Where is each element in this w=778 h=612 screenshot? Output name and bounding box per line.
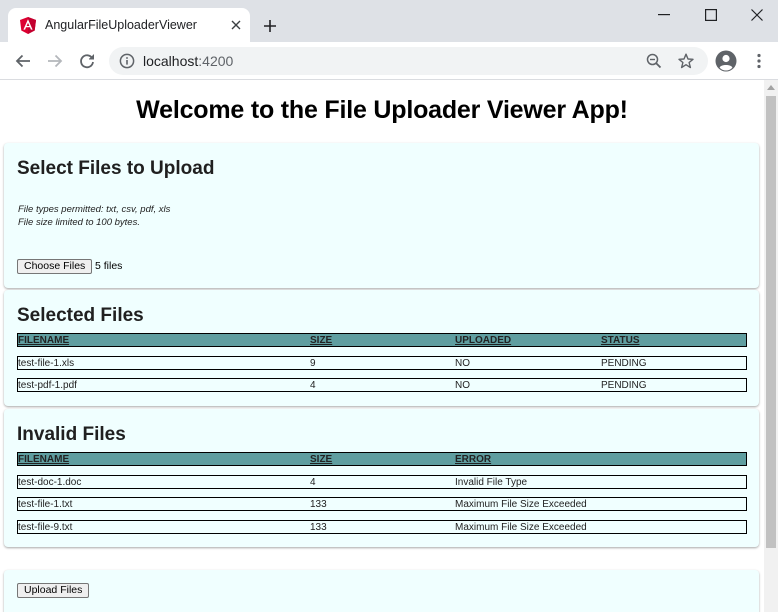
page-scrollbar[interactable] [764, 80, 778, 612]
size-cell: 4 [310, 477, 316, 488]
invalid-files-heading: Invalid Files [17, 424, 126, 445]
size-cell: 133 [310, 522, 327, 533]
forward-arrow-icon[interactable] [43, 49, 67, 73]
file-types-note: File types permitted: txt, csv, pdf, xls [18, 204, 171, 215]
url-port: :4200 [198, 53, 234, 69]
browser-tab[interactable]: AngularFileUploaderViewer [8, 8, 250, 42]
filename-cell: test-file-1.xls [18, 358, 75, 369]
url-text[interactable]: localhost:4200 [143, 53, 233, 69]
choose-files-button[interactable]: Choose Files [17, 259, 93, 274]
column-header-status[interactable]: STATUS [601, 335, 640, 346]
error-cell: Maximum File Size Exceeded [455, 499, 587, 510]
upload-card: Upload Files [4, 570, 759, 612]
error-cell: Invalid File Type [455, 477, 528, 488]
profile-icon[interactable] [714, 49, 738, 73]
filename-cell: test-file-9.txt [18, 522, 73, 533]
star-icon[interactable] [676, 51, 696, 71]
tab-title: AngularFileUploaderViewer [45, 18, 197, 32]
scrollbar-thumb[interactable] [766, 96, 776, 548]
file-count-label: 5 files [95, 260, 123, 272]
window-close-icon[interactable] [734, 0, 778, 30]
page-title: Welcome to the File Uploader Viewer App! [136, 96, 628, 124]
status-cell: PENDING [601, 380, 647, 391]
url-host: localhost [143, 53, 199, 69]
maximize-icon[interactable] [688, 0, 734, 30]
column-header-size[interactable]: SIZE [310, 335, 332, 346]
filename-cell: test-doc-1.doc [18, 477, 82, 488]
selected-table-header: FILENAME SIZE UPLOADED STATUS [17, 333, 747, 347]
tab-strip: AngularFileUploaderViewer [0, 0, 778, 42]
column-header-size[interactable]: SIZE [310, 454, 332, 465]
minimize-icon[interactable] [641, 0, 687, 30]
info-icon[interactable] [119, 53, 135, 74]
browser-toolbar: localhost:4200 [0, 42, 778, 80]
scroll-up-arrow-icon[interactable] [764, 80, 778, 94]
error-cell: Maximum File Size Exceeded [455, 522, 587, 533]
invalid-table-header: FILENAME SIZE ERROR [17, 452, 747, 466]
reload-icon[interactable] [75, 49, 99, 73]
address-bar[interactable]: localhost:4200 [109, 47, 708, 75]
invalid-files-card: Invalid Files FILENAME SIZE ERROR test-d… [4, 409, 759, 547]
column-header-uploaded[interactable]: UPLOADED [455, 335, 511, 346]
size-cell: 133 [310, 499, 327, 510]
size-cell: 4 [310, 380, 316, 391]
upload-files-button[interactable]: Upload Files [17, 583, 90, 598]
filename-cell: test-file-1.txt [18, 499, 73, 510]
size-cell: 9 [310, 358, 316, 369]
column-header-filename[interactable]: FILENAME [18, 335, 69, 346]
column-header-filename[interactable]: FILENAME [18, 454, 69, 465]
table-row: test-pdf-1.pdf 4 NO PENDING [17, 378, 747, 392]
kebab-menu-icon[interactable] [747, 49, 771, 73]
table-row: test-file-1.txt 133 Maximum File Size Ex… [17, 497, 747, 511]
uploaded-cell: NO [455, 358, 470, 369]
table-row: test-file-9.txt 133 Maximum File Size Ex… [17, 520, 747, 534]
selected-files-heading: Selected Files [17, 305, 144, 326]
filename-cell: test-pdf-1.pdf [18, 380, 77, 391]
page-viewport: Welcome to the File Uploader Viewer App!… [0, 80, 764, 612]
selected-files-card: Selected Files FILENAME SIZE UPLOADED ST… [4, 290, 759, 406]
file-size-note: File size limited to 100 bytes. [18, 217, 140, 228]
select-files-card: Select Files to Upload File types permit… [4, 143, 759, 288]
table-row: test-file-1.xls 9 NO PENDING [17, 356, 747, 370]
uploaded-cell: NO [455, 380, 470, 391]
table-row: test-doc-1.doc 4 Invalid File Type [17, 475, 747, 489]
status-cell: PENDING [601, 358, 647, 369]
angular-logo-icon [20, 17, 36, 34]
select-files-heading: Select Files to Upload [17, 158, 215, 179]
plus-icon[interactable] [259, 15, 281, 37]
close-icon[interactable] [226, 15, 246, 35]
column-header-error[interactable]: ERROR [455, 454, 491, 465]
zoom-out-icon[interactable] [644, 51, 664, 71]
back-arrow-icon[interactable] [11, 49, 35, 73]
